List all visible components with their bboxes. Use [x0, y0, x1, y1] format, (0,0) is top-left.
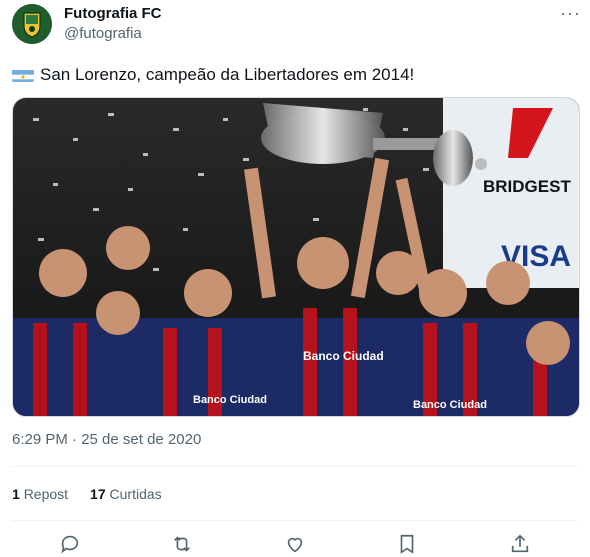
- shirt-sponsor-text: Banco Ciudad: [303, 349, 384, 363]
- reposts-stat[interactable]: 1 Repost: [12, 486, 68, 502]
- share-icon[interactable]: [508, 532, 532, 556]
- user-handle[interactable]: @futografia: [64, 25, 142, 42]
- more-options-icon[interactable]: ···: [560, 3, 581, 24]
- tweet-timestamp[interactable]: 6:29 PM · 25 de set de 2020: [12, 431, 201, 448]
- display-name[interactable]: Futografia FC: [64, 5, 162, 22]
- reposts-count: 1: [12, 486, 20, 502]
- bookmark-icon[interactable]: [395, 532, 419, 556]
- tweet-text-row: San Lorenzo, campeão da Libertadores em …: [12, 64, 414, 86]
- avatar[interactable]: [12, 4, 52, 44]
- likes-label: Curtidas: [109, 486, 162, 502]
- repost-icon[interactable]: [170, 532, 194, 556]
- celebration-photo: BRIDGEST VISA Banco Ciudad Banco Ciudad …: [13, 98, 579, 416]
- divider: [12, 520, 578, 521]
- likes-count: 17: [90, 486, 106, 502]
- shirt-sponsor-text-3: Banco Ciudad: [193, 394, 267, 406]
- banner-brand-text: BRIDGEST: [483, 177, 571, 196]
- reply-icon[interactable]: [58, 532, 82, 556]
- club-crest-icon: [12, 4, 52, 44]
- engagement-stats: 1 Repost 17 Curtidas: [12, 486, 162, 502]
- action-bar: [0, 532, 590, 557]
- likes-stat[interactable]: 17 Curtidas: [90, 486, 162, 502]
- tweet-text: San Lorenzo, campeão da Libertadores em …: [40, 65, 415, 84]
- shirt-sponsor-text-2: Banco Ciudad: [413, 399, 487, 411]
- argentina-flag-icon: [12, 68, 34, 82]
- reposts-label: Repost: [23, 486, 69, 502]
- tweet-photo[interactable]: BRIDGEST VISA Banco Ciudad Banco Ciudad …: [12, 97, 580, 417]
- divider: [12, 466, 578, 467]
- like-icon[interactable]: [283, 532, 307, 556]
